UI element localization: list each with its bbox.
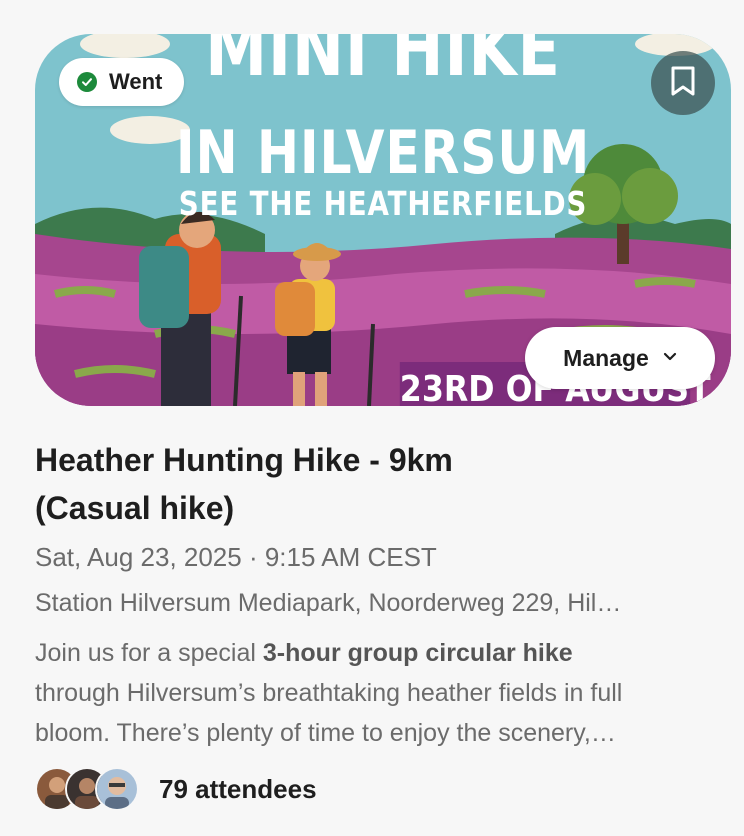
chevron-down-icon bbox=[663, 349, 677, 367]
description-highlight: 3-hour group circular hike bbox=[262, 639, 573, 667]
description-line-1: Join us for a special 3-hour group circu… bbox=[35, 633, 711, 673]
attendees-summary[interactable]: 79 attendees bbox=[35, 767, 317, 811]
bookmark-button[interactable] bbox=[651, 51, 715, 115]
description-line-3: bloom. There’s plenty of time to enjoy t… bbox=[35, 719, 616, 747]
attendees-count: 79 attendees bbox=[159, 773, 317, 804]
poster-subheadline: IN HILVERSUM bbox=[175, 118, 591, 188]
bookmark-icon bbox=[670, 65, 696, 102]
description-prefix: Join us for a special bbox=[35, 639, 263, 667]
manage-button[interactable]: Manage bbox=[525, 327, 715, 389]
avatar bbox=[95, 767, 139, 811]
went-status-chip: Went bbox=[59, 58, 185, 106]
poster-tagline: SEE THE HEATHERFIELDS bbox=[178, 184, 588, 223]
event-description: Join us for a special 3-hour group circu… bbox=[35, 633, 711, 753]
description-line-2: through Hilversum’s breathtaking heather… bbox=[35, 679, 623, 707]
manage-button-label: Manage bbox=[563, 344, 649, 371]
event-title[interactable]: Heather Hunting Hike - 9km (Casual hike) bbox=[35, 436, 455, 532]
check-circle-icon bbox=[77, 72, 97, 92]
event-datetime: Sat, Aug 23, 2025 · 9:15 AM CEST bbox=[35, 542, 437, 572]
went-status-label: Went bbox=[109, 69, 163, 94]
event-location: Station Hilversum Mediapark, Noorderweg … bbox=[35, 589, 622, 617]
